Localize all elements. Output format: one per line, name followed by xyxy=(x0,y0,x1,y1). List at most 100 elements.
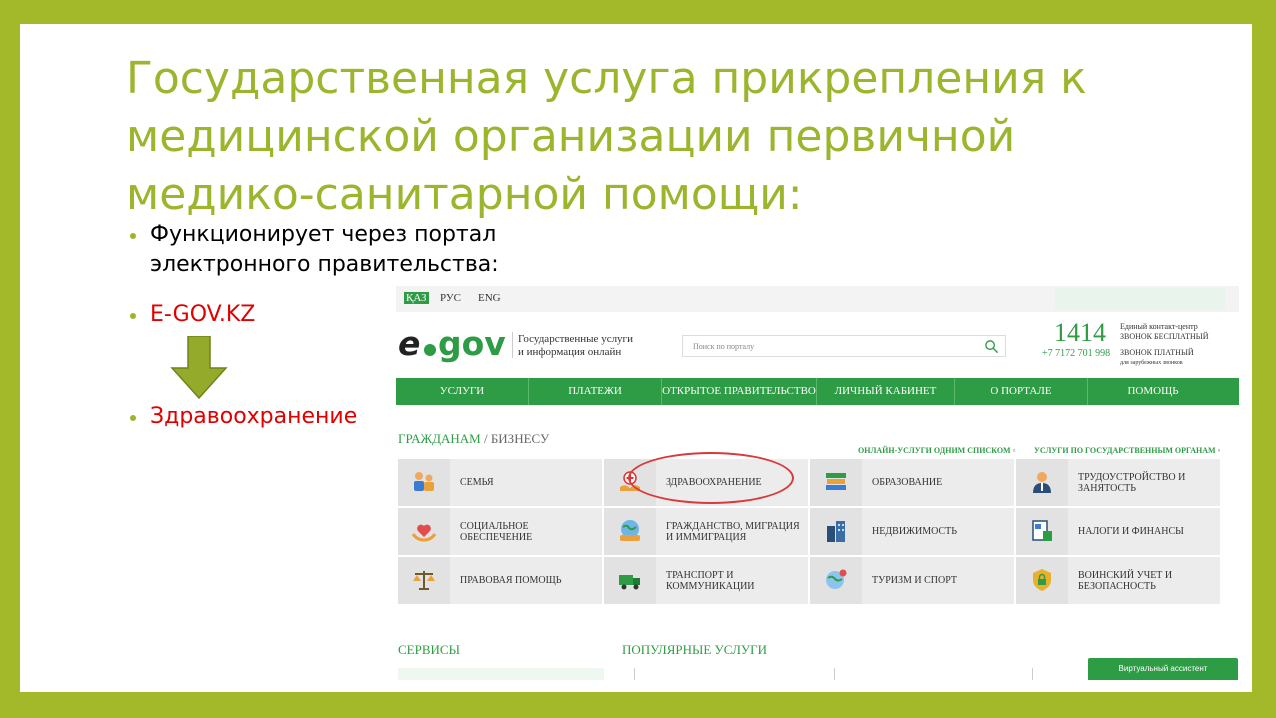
category-employment[interactable]: ТРУДОУСТРОЙСТВО И ЗАНЯТОСТЬ xyxy=(1016,459,1220,506)
down-arrow-icon xyxy=(170,336,228,400)
tab-citizens[interactable]: ГРАЖДАНАМ xyxy=(398,431,481,446)
lang-kaz[interactable]: ҚАЗ xyxy=(404,292,429,304)
nav-services[interactable]: УСЛУГИ xyxy=(396,378,529,405)
heart-hands-icon xyxy=(411,524,437,542)
category-label: НЕДВИЖИМОСТЬ xyxy=(872,526,957,537)
services-section-title: СЕРВИСЫ xyxy=(398,642,460,657)
category-real-estate[interactable]: НЕДВИЖИМОСТЬ xyxy=(810,508,1014,555)
category-label: ОБРАЗОВАНИЕ xyxy=(872,477,943,488)
bullet-dot xyxy=(130,415,136,421)
bullet-egov-text: E-GOV.KZ xyxy=(150,302,256,327)
contact-center-number[interactable]: 1414 xyxy=(1054,318,1106,348)
tagline-line-1: Государственные услуги xyxy=(518,333,633,345)
bullet-portal: Функционирует через портал электронного … xyxy=(130,220,499,280)
bullet-portal-line-1: Функционирует через портал xyxy=(150,222,497,247)
search-placeholder: Поиск по порталу xyxy=(693,342,755,351)
shield-lock-icon xyxy=(1033,569,1051,591)
category-citizenship-migration[interactable]: ГРАЖДАНСТВО, МИГРАЦИЯ И ИММИГРАЦИЯ xyxy=(604,508,808,555)
egov-logo[interactable]: e gov xyxy=(398,324,508,366)
category-family[interactable]: СЕМЬЯ xyxy=(398,459,602,506)
nav-personal-cabinet[interactable]: ЛИЧНЫЙ КАБИНЕТ xyxy=(817,378,955,405)
category-social-security[interactable]: СОЦИАЛЬНОЕ ОБЕСПЕЧЕНИЕ xyxy=(398,508,602,555)
contact-paid-phone[interactable]: +7 7172 701 998 xyxy=(1042,348,1110,359)
category-label: ВОИНСКИЙ УЧЕТ И БЕЗОПАСНОСТЬ xyxy=(1078,569,1173,592)
popular-services-title: ПОПУЛЯРНЫЕ УСЛУГИ xyxy=(622,642,768,657)
virtual-assistant-button[interactable]: Виртуальный ассистент xyxy=(1088,658,1238,680)
building-icon xyxy=(827,521,845,542)
healthcare-highlight-circle xyxy=(628,452,794,504)
bullet-healthcare-text: Здравоохранение xyxy=(150,404,358,429)
online-services-list-link[interactable]: ОНЛАЙН-УСЛУГИ ОДНИМ СПИСКОМ ▫ xyxy=(858,446,1015,455)
category-icon-box xyxy=(810,508,862,555)
tagline: Государственные услуги и информация онла… xyxy=(518,333,633,359)
services-list-start xyxy=(398,668,604,680)
tax-document-icon xyxy=(1032,520,1052,541)
slide-title: Государственная услуга прикрепления к ме… xyxy=(126,50,1126,224)
contact-label-2: ЗВОНОК БЕСПЛАТНЫЙ xyxy=(1120,332,1209,341)
truck-icon xyxy=(619,575,640,590)
slide-title-line-2: медицинской организации первичной xyxy=(126,111,1016,162)
search-icon[interactable] xyxy=(984,339,999,354)
category-legal-aid[interactable]: ПРАВОВАЯ ПОМОЩЬ xyxy=(398,557,602,604)
popular-divider xyxy=(634,668,635,680)
category-icon-box xyxy=(1016,459,1068,506)
contact-label-3: ЗВОНОК ПЛАТНЫЙ xyxy=(1120,348,1194,357)
bullet-dot xyxy=(130,313,136,319)
popular-divider xyxy=(1032,668,1033,680)
logo-divider xyxy=(512,332,513,358)
bullet-dot xyxy=(130,233,136,239)
logo-e: e xyxy=(398,324,421,363)
popular-divider xyxy=(834,668,835,680)
search-input[interactable]: Поиск по порталу xyxy=(682,335,1006,357)
category-icon-box xyxy=(810,459,862,506)
nav-help[interactable]: ПОМОЩЬ xyxy=(1088,378,1218,405)
top-bar-widget xyxy=(1055,288,1225,310)
category-education[interactable]: ОБРАЗОВАНИЕ xyxy=(810,459,1014,506)
main-nav: УСЛУГИ ПЛАТЕЖИ ОТКРЫТОЕ ПРАВИТЕЛЬСТВО ЛИ… xyxy=(396,378,1239,405)
category-grid: СЕМЬЯ ЗДРАВООХРАНЕНИЕ ОБРАЗОВАНИЕ ТРУДОУ… xyxy=(398,459,1222,607)
bullet-egov: E-GOV.KZ xyxy=(130,300,255,330)
globe-people-icon xyxy=(620,520,640,541)
category-label: СЕМЬЯ xyxy=(460,477,494,488)
category-label: ТУРИЗМ И СПОРТ xyxy=(872,575,957,586)
category-icon-box xyxy=(604,557,656,604)
tagline-line-2: и информация онлайн xyxy=(518,346,622,358)
nav-about-portal[interactable]: О ПОРТАЛЕ xyxy=(955,378,1088,405)
slide-title-line-1: Государственная услуга прикрепления к xyxy=(126,53,1087,104)
services-by-agency-link[interactable]: УСЛУГИ ПО ГОСУДАРСТВЕННЫМ ОРГАНАМ ▫ xyxy=(1034,446,1220,455)
language-bar: ҚАЗ РУС ENG xyxy=(396,286,1239,312)
category-icon-box xyxy=(398,557,450,604)
category-icon-box xyxy=(398,508,450,555)
category-label: СОЦИАЛЬНОЕ ОБЕСПЕЧЕНИЕ xyxy=(460,520,533,543)
scales-icon xyxy=(413,571,435,590)
worker-icon xyxy=(1033,472,1051,493)
category-taxes-finance[interactable]: НАЛОГИ И ФИНАНСЫ xyxy=(1016,508,1220,555)
globe-pin-icon xyxy=(826,569,847,589)
category-label: ТРУДОУСТРОЙСТВО И ЗАНЯТОСТЬ xyxy=(1078,471,1186,494)
category-label: ТРАНСПОРТ И КОММУНИКАЦИИ xyxy=(666,569,755,592)
lang-rus[interactable]: РУС xyxy=(440,292,461,304)
tab-business[interactable]: / БИЗНЕСУ xyxy=(484,431,549,446)
category-label: НАЛОГИ И ФИНАНСЫ xyxy=(1078,526,1184,537)
category-icon-box xyxy=(1016,557,1068,604)
category-icon-box xyxy=(398,459,450,506)
presentation-slide: Государственная услуга прикрепления к ме… xyxy=(20,24,1252,692)
bullet-healthcare: Здравоохранение xyxy=(130,402,357,432)
family-icon xyxy=(414,472,434,491)
egov-portal-screenshot: ҚАЗ РУС ENG e gov Государственные услуги… xyxy=(396,286,1239,692)
category-transport-communications[interactable]: ТРАНСПОРТ И КОММУНИКАЦИИ xyxy=(604,557,808,604)
category-label: ГРАЖДАНСТВО, МИГРАЦИЯ И ИММИГРАЦИЯ xyxy=(666,520,800,543)
contact-label-1: Единый контакт-центр xyxy=(1120,322,1198,331)
audience-tabs: ГРАЖДАНАМ / БИЗНЕСУ xyxy=(398,431,549,447)
slide-title-line-3: медико-санитарной помощи: xyxy=(126,169,803,220)
category-icon-box xyxy=(604,508,656,555)
category-military-security[interactable]: ВОИНСКИЙ УЧЕТ И БЕЗОПАСНОСТЬ xyxy=(1016,557,1220,604)
nav-open-government[interactable]: ОТКРЫТОЕ ПРАВИТЕЛЬСТВО xyxy=(662,378,817,405)
category-icon-box xyxy=(1016,508,1068,555)
lang-eng[interactable]: ENG xyxy=(478,292,501,304)
category-tourism-sport[interactable]: ТУРИЗМ И СПОРТ xyxy=(810,557,1014,604)
bullet-portal-line-2: электронного правительства: xyxy=(150,252,499,277)
nav-payments[interactable]: ПЛАТЕЖИ xyxy=(529,378,662,405)
contact-label-4: для зарубежных звонков xyxy=(1120,360,1183,366)
logo-gov: gov xyxy=(438,324,506,363)
